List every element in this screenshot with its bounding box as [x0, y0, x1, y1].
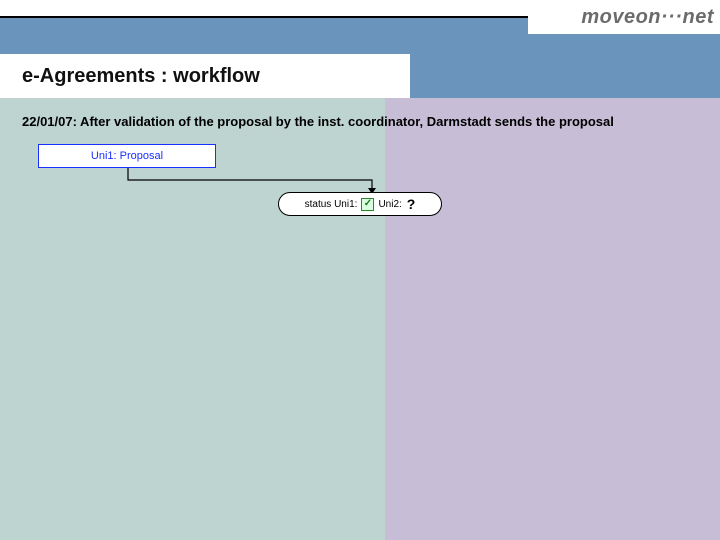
status-uni2-label: Uni2:: [378, 199, 401, 210]
right-pane: [385, 98, 720, 540]
header-bar: moveon···net e-Agreements : workflow: [0, 18, 720, 98]
question-mark-icon: ?: [407, 196, 416, 212]
page-title: e-Agreements : workflow: [22, 65, 260, 88]
brand-logo: moveon···net: [528, 0, 720, 34]
proposal-box: Uni1: Proposal: [38, 144, 216, 168]
proposal-box-label: Uni1: Proposal: [91, 150, 163, 162]
brand-logo-text: moveon···net: [581, 6, 714, 29]
title-band: e-Agreements : workflow: [0, 54, 410, 98]
checkmark-icon: ✓: [361, 198, 374, 211]
step-caption: 22/01/07: After validation of the propos…: [22, 114, 706, 129]
status-badge: status Uni1: ✓ Uni2: ?: [278, 192, 442, 216]
status-uni1-label: status Uni1:: [305, 199, 358, 210]
main-area: 22/01/07: After validation of the propos…: [0, 98, 720, 540]
